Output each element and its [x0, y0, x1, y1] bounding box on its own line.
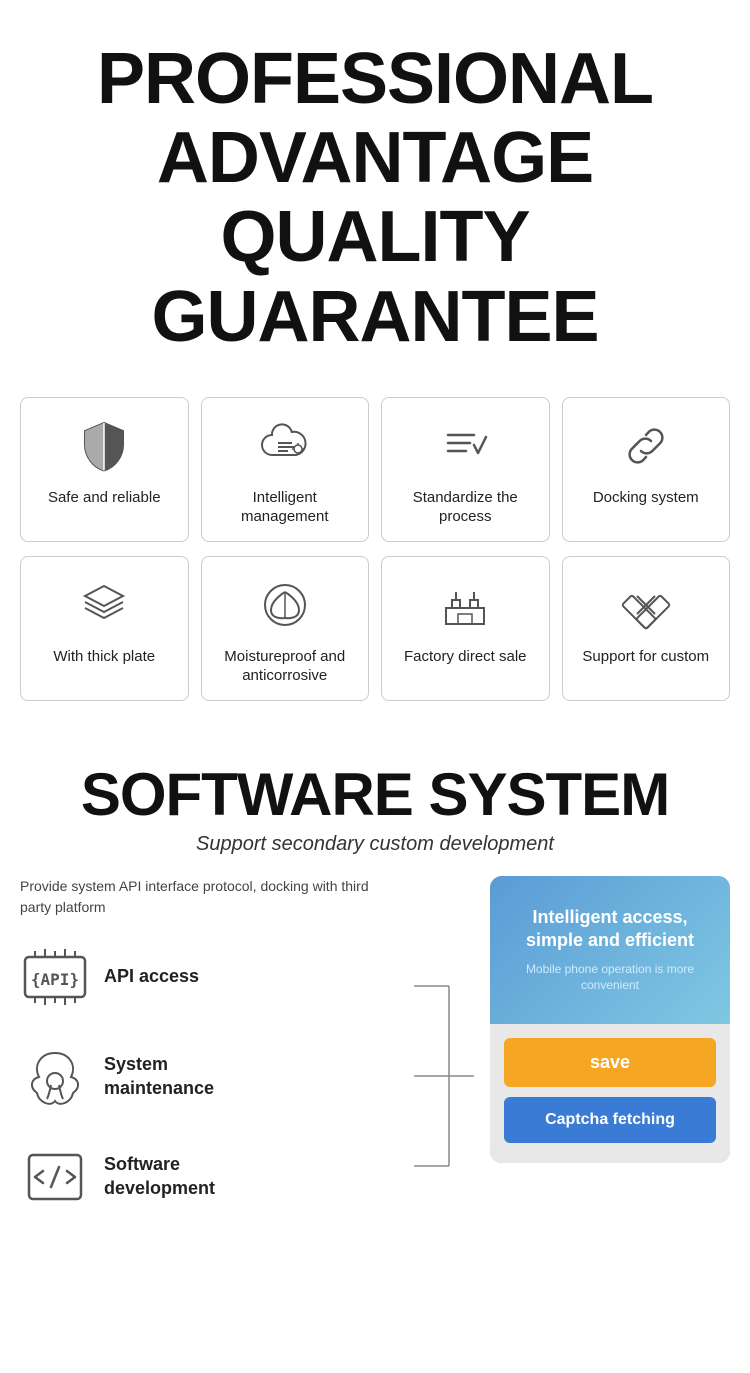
- phone-header: Intelligent access, simple and efficient…: [490, 876, 730, 1024]
- save-button[interactable]: save: [504, 1038, 716, 1087]
- feature-label-standardize: Standardize the process: [392, 488, 539, 527]
- feature-custom: Support for custom: [562, 556, 731, 701]
- phone-buttons: save Captcha fetching: [490, 1024, 730, 1163]
- feature-label-safe: Safe and reliable: [48, 488, 161, 508]
- feature-label-thick: With thick plate: [53, 647, 155, 667]
- software-description: Provide system API interface protocol, d…: [20, 876, 398, 918]
- leaf-shield-icon: [255, 575, 315, 635]
- svg-text:{API}: {API}: [31, 970, 79, 989]
- feature-label-moistureproof: Moistureproof and anticorrosive: [212, 647, 359, 686]
- header-section: PROFESSIONAL ADVANTAGE QUALITY GUARANTEE: [0, 0, 750, 387]
- software-title: SOFTWARE SYSTEM: [20, 765, 730, 825]
- maintenance-icon: [20, 1042, 90, 1112]
- features-row-2: With thick plate Moistureproof and antic…: [20, 556, 730, 701]
- software-right: Intelligent access, simple and efficient…: [490, 876, 730, 1163]
- phone-mockup: Intelligent access, simple and efficient…: [490, 876, 730, 1163]
- feature-standardize: Standardize the process: [381, 397, 550, 542]
- api-icon: {API}: [20, 942, 90, 1012]
- shield-icon: [74, 416, 134, 476]
- feature-docking: Docking system: [562, 397, 731, 542]
- feature-label-factory: Factory direct sale: [404, 647, 527, 667]
- phone-header-sub: Mobile phone operation is more convenien…: [510, 961, 710, 995]
- cloud-settings-icon: [255, 416, 315, 476]
- link-icon: [616, 416, 676, 476]
- feature-thick-plate: With thick plate: [20, 556, 189, 701]
- factory-icon: [435, 575, 495, 635]
- software-item-maintenance-label: Systemmaintenance: [104, 1053, 214, 1100]
- captcha-button[interactable]: Captcha fetching: [504, 1097, 716, 1143]
- features-section: Safe and reliable Intelligent management: [0, 387, 750, 735]
- feature-factory: Factory direct sale: [381, 556, 550, 701]
- software-item-dev: Softwaredevelopment: [20, 1142, 398, 1212]
- feature-intelligent: Intelligent management: [201, 397, 370, 542]
- software-body: Provide system API interface protocol, d…: [20, 876, 730, 1242]
- phone-header-title: Intelligent access, simple and efficient: [510, 906, 710, 953]
- feature-label-custom: Support for custom: [582, 647, 709, 667]
- feature-label-docking: Docking system: [593, 488, 699, 508]
- feature-moistureproof: Moistureproof and anticorrosive: [201, 556, 370, 701]
- software-item-maintenance: Systemmaintenance: [20, 1042, 398, 1112]
- features-row-1: Safe and reliable Intelligent management: [20, 397, 730, 542]
- software-subtitle: Support secondary custom development: [20, 833, 730, 856]
- software-item-dev-label: Softwaredevelopment: [104, 1153, 215, 1200]
- checklist-icon: [435, 416, 495, 476]
- software-item-api-label: API access: [104, 965, 199, 988]
- bracket-connector: [414, 936, 474, 1221]
- feature-safe-reliable: Safe and reliable: [20, 397, 189, 542]
- feature-label-intelligent: Intelligent management: [212, 488, 359, 527]
- software-left: Provide system API interface protocol, d…: [20, 876, 398, 1242]
- software-item-api: {API} API access: [20, 942, 398, 1012]
- page-title: PROFESSIONAL ADVANTAGE QUALITY GUARANTEE: [20, 40, 730, 357]
- software-section: SOFTWARE SYSTEM Support secondary custom…: [0, 735, 750, 1262]
- layers-icon: [74, 575, 134, 635]
- code-icon: [20, 1142, 90, 1212]
- tools-icon: [616, 575, 676, 635]
